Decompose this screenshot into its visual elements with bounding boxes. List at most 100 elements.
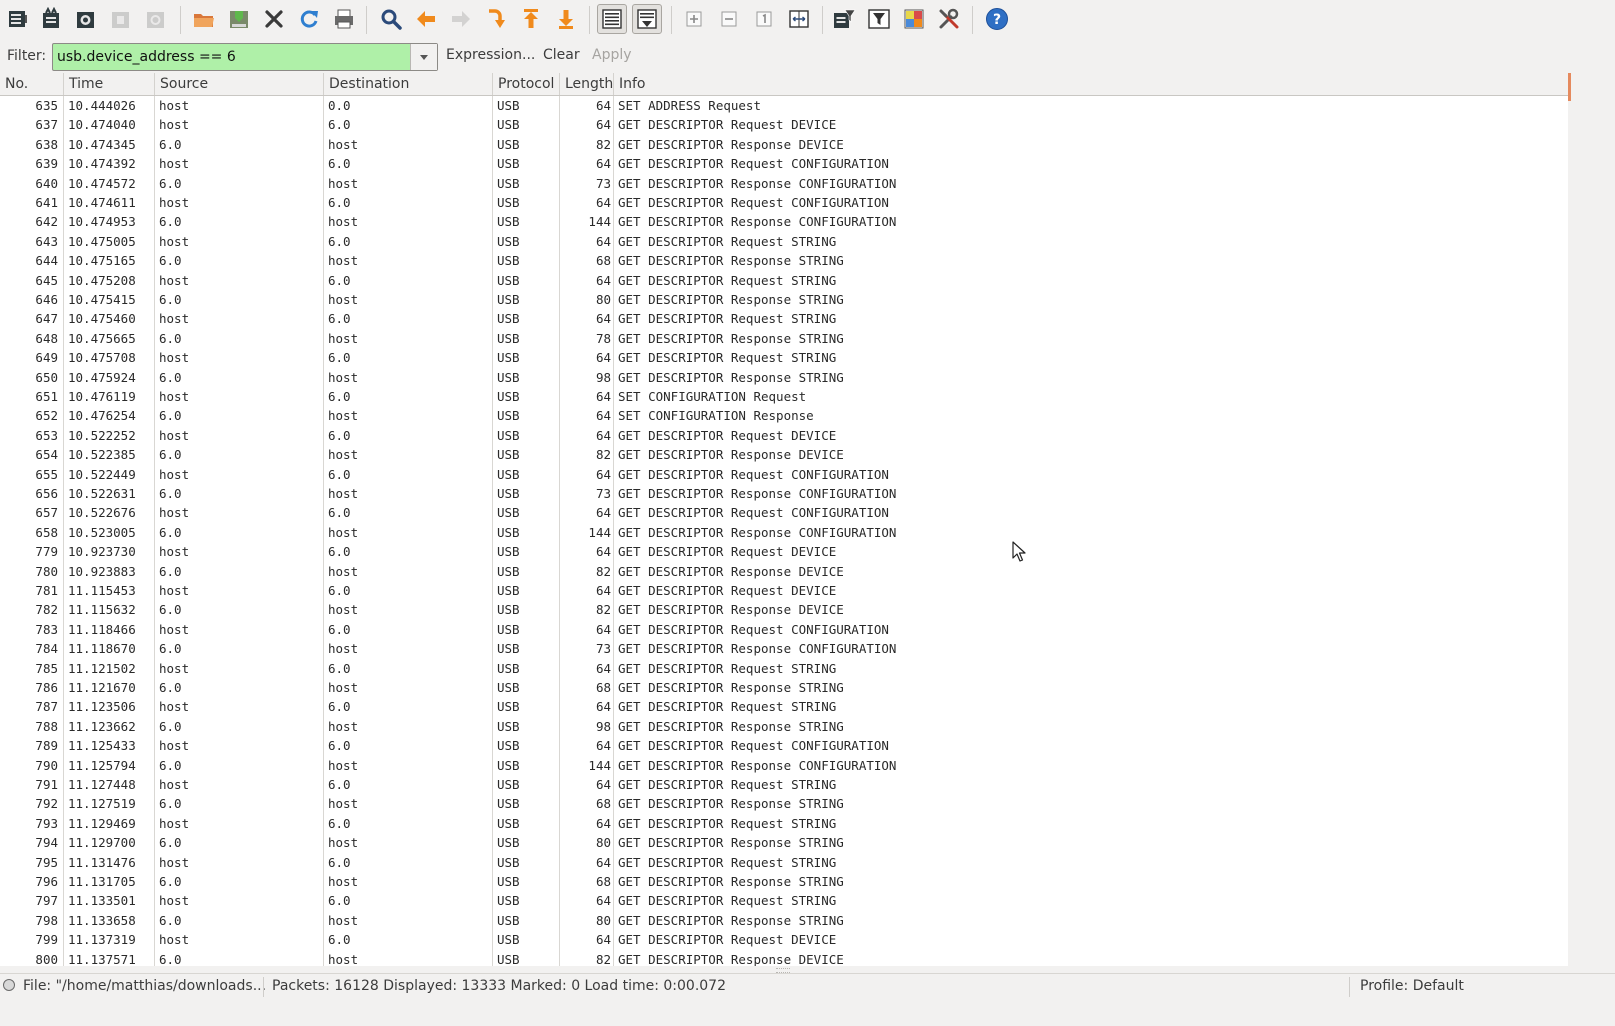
packet-row[interactable]: 638 10.474345 6.0 host USB 82 GET DESCRIPTOR R… <box>0 135 1568 154</box>
packet-row[interactable]: 658 10.523005 6.0 host USB 144 GET DESCRIPTOR … <box>0 523 1568 542</box>
packet-row[interactable]: 793 11.129469 host 6.0 USB 64 GET DESCRIPTOR R… <box>0 814 1568 833</box>
save-file-button[interactable] <box>224 4 254 34</box>
restart-capture-button[interactable] <box>141 4 171 34</box>
packet-row[interactable]: 797 11.133501 host 6.0 USB 64 GET DESCRIPTOR R… <box>0 891 1568 910</box>
resize-columns-button[interactable] <box>784 4 814 34</box>
pane-divider-handle[interactable] <box>0 966 1615 973</box>
filter-input[interactable]: usb.device_address == 6 <box>52 43 438 71</box>
packet-row[interactable]: 792 11.127519 6.0 host USB 68 GET DESCRIPTOR R… <box>0 794 1568 813</box>
column-header-info[interactable]: Info <box>614 73 1568 95</box>
column-header-destination[interactable]: Destination <box>324 73 493 95</box>
find-packet-button[interactable] <box>376 4 406 34</box>
reload-button[interactable] <box>294 4 324 34</box>
go-last-packet-button[interactable] <box>551 4 581 34</box>
filter-input-value[interactable]: usb.device_address == 6 <box>53 49 410 65</box>
go-forward-button[interactable] <box>446 4 476 34</box>
packet-row[interactable]: 785 11.121502 host 6.0 USB 64 GET DESCRIPTOR R… <box>0 659 1568 678</box>
display-filters-button[interactable] <box>864 4 894 34</box>
packet-row[interactable]: 788 11.123662 6.0 host USB 98 GET DESCRIPTOR R… <box>0 717 1568 736</box>
expression-button[interactable]: Expression... <box>446 47 535 63</box>
packet-row[interactable]: 786 11.121670 6.0 host USB 68 GET DESCRIPTOR R… <box>0 678 1568 697</box>
expert-info-icon[interactable] <box>3 979 15 991</box>
packet-row[interactable]: 651 10.476119 host 6.0 USB 64 SET CONFIGURATIO… <box>0 387 1568 406</box>
packet-row[interactable]: 640 10.474572 6.0 host USB 73 GET DESCRIPTOR R… <box>0 174 1568 193</box>
coloring-rules-button[interactable] <box>899 4 929 34</box>
packet-row[interactable]: 656 10.522631 6.0 host USB 73 GET DESCRIPTOR R… <box>0 484 1568 503</box>
packet-row[interactable]: 784 11.118670 6.0 host USB 73 GET DESCRIPTOR R… <box>0 639 1568 658</box>
apply-filter-button[interactable]: Apply <box>592 47 632 63</box>
packet-row[interactable]: 646 10.475415 6.0 host USB 80 GET DESCRIPTOR R… <box>0 290 1568 309</box>
packet-row[interactable]: 800 11.137571 6.0 host USB 82 GET DESCRIPTOR R… <box>0 950 1568 966</box>
packet-row[interactable]: 644 10.475165 6.0 host USB 68 GET DESCRIPTOR R… <box>0 251 1568 270</box>
packet-row[interactable]: 643 10.475005 host 6.0 USB 64 GET DESCRIPTOR R… <box>0 232 1568 251</box>
cell-length: 64 <box>595 466 611 482</box>
column-header-source[interactable]: Source <box>155 73 324 95</box>
packet-row[interactable]: 783 11.118466 host 6.0 USB 64 GET DESCRIPTOR R… <box>0 620 1568 639</box>
interfaces-button[interactable] <box>3 4 33 34</box>
packet-row[interactable]: 647 10.475460 host 6.0 USB 64 GET DESCRIPTOR R… <box>0 309 1568 328</box>
normal-size-button[interactable] <box>749 4 779 34</box>
packet-row[interactable]: 641 10.474611 host 6.0 USB 64 GET DESCRIPTOR R… <box>0 193 1568 212</box>
zoom-out-button[interactable] <box>714 4 744 34</box>
packet-row[interactable]: 650 10.475924 6.0 host USB 98 GET DESCRIPTOR R… <box>0 368 1568 387</box>
clear-filter-button[interactable]: Clear <box>543 47 580 63</box>
packet-row[interactable]: 779 10.923730 host 6.0 USB 64 GET DESCRIPTOR R… <box>0 542 1568 561</box>
filter-label: Filter: <box>7 48 47 64</box>
packet-row[interactable]: 654 10.522385 6.0 host USB 82 GET DESCRIPTOR R… <box>0 445 1568 464</box>
packet-row[interactable]: 645 10.475208 host 6.0 USB 64 GET DESCRIPTOR R… <box>0 271 1568 290</box>
status-profile[interactable]: Profile: Default <box>1360 978 1464 994</box>
coloring-rules-icon <box>904 9 924 29</box>
packet-row[interactable]: 635 10.444026 host 0.0 USB 64 SET ADDRESS Requ… <box>0 96 1568 115</box>
stop-capture-button[interactable] <box>106 4 136 34</box>
packet-list-scrollbar[interactable] <box>1568 73 1615 966</box>
window-bottom-edge <box>0 999 1615 1026</box>
preferences-button[interactable] <box>934 4 964 34</box>
cell-info: GET DESCRIPTOR Response DEVICE <box>618 602 844 618</box>
cell-source: 6.0 <box>159 563 182 579</box>
packet-row[interactable]: 787 11.123506 host 6.0 USB 64 GET DESCRIPTOR R… <box>0 697 1568 716</box>
filter-dropdown-button[interactable] <box>410 44 437 70</box>
go-back-button[interactable] <box>411 4 441 34</box>
column-header-length[interactable]: Length <box>560 73 614 95</box>
cell-length: 80 <box>595 912 611 928</box>
packet-row[interactable]: 642 10.474953 6.0 host USB 144 GET DESCRIPTOR … <box>0 212 1568 231</box>
packet-row[interactable]: 781 11.115453 host 6.0 USB 64 GET DESCRIPTOR R… <box>0 581 1568 600</box>
print-button[interactable] <box>329 4 359 34</box>
packet-row[interactable]: 652 10.476254 6.0 host USB 64 SET CONFIGURATIO… <box>0 406 1568 425</box>
packet-row[interactable]: 790 11.125794 6.0 host USB 144 GET DESCRIPTOR … <box>0 756 1568 775</box>
auto-scroll-button[interactable] <box>632 4 662 34</box>
packet-row[interactable]: 657 10.522676 host 6.0 USB 64 GET DESCRIPTOR R… <box>0 503 1568 522</box>
packet-row[interactable]: 791 11.127448 host 6.0 USB 64 GET DESCRIPTOR R… <box>0 775 1568 794</box>
packet-row[interactable]: 648 10.475665 6.0 host USB 78 GET DESCRIPTOR R… <box>0 329 1568 348</box>
packet-row[interactable]: 653 10.522252 host 6.0 USB 64 GET DESCRIPTOR R… <box>0 426 1568 445</box>
packet-list[interactable]: No. Time Source Destination Protocol Len… <box>0 73 1568 966</box>
packet-row[interactable]: 798 11.133658 6.0 host USB 80 GET DESCRIPTOR R… <box>0 911 1568 930</box>
packet-row[interactable]: 794 11.129700 6.0 host USB 80 GET DESCRIPTOR R… <box>0 833 1568 852</box>
colorize-button[interactable] <box>597 4 627 34</box>
capture-filters-button[interactable] <box>829 4 859 34</box>
packet-row[interactable]: 789 11.125433 host 6.0 USB 64 GET DESCRIPTOR R… <box>0 736 1568 755</box>
cell-no: 798 <box>35 912 58 928</box>
zoom-in-button[interactable] <box>679 4 709 34</box>
packet-row[interactable]: 799 11.137319 host 6.0 USB 64 GET DESCRIPTOR R… <box>0 930 1568 949</box>
go-first-packet-button[interactable] <box>516 4 546 34</box>
packet-row[interactable]: 780 10.923883 6.0 host USB 82 GET DESCRIPTOR R… <box>0 562 1568 581</box>
start-capture-button[interactable] <box>71 4 101 34</box>
column-header-protocol[interactable]: Protocol <box>493 73 560 95</box>
packet-row[interactable]: 795 11.131476 host 6.0 USB 64 GET DESCRIPTOR R… <box>0 853 1568 872</box>
packet-row[interactable]: 637 10.474040 host 6.0 USB 64 GET DESCRIPTOR R… <box>0 115 1568 134</box>
capture-options-button[interactable] <box>37 4 67 34</box>
column-header-no[interactable]: No. <box>0 73 64 95</box>
packet-row[interactable]: 796 11.131705 6.0 host USB 68 GET DESCRIPTOR R… <box>0 872 1568 891</box>
help-button[interactable]: ? <box>982 4 1012 34</box>
packet-row[interactable]: 639 10.474392 host 6.0 USB 64 GET DESCRIPTOR R… <box>0 154 1568 173</box>
packet-row[interactable]: 782 11.115632 6.0 host USB 82 GET DESCRIPTOR R… <box>0 600 1568 619</box>
open-file-button[interactable] <box>189 4 219 34</box>
packet-row[interactable]: 649 10.475708 host 6.0 USB 64 GET DESCRIPTOR R… <box>0 348 1568 367</box>
packet-row[interactable]: 655 10.522449 host 6.0 USB 64 GET DESCRIPTOR R… <box>0 465 1568 484</box>
close-file-button[interactable] <box>259 4 289 34</box>
cell-no: 640 <box>35 175 58 191</box>
go-to-packet-button[interactable] <box>481 4 511 34</box>
column-header-time[interactable]: Time <box>64 73 155 95</box>
cell-time: 11.123662 <box>68 718 136 734</box>
